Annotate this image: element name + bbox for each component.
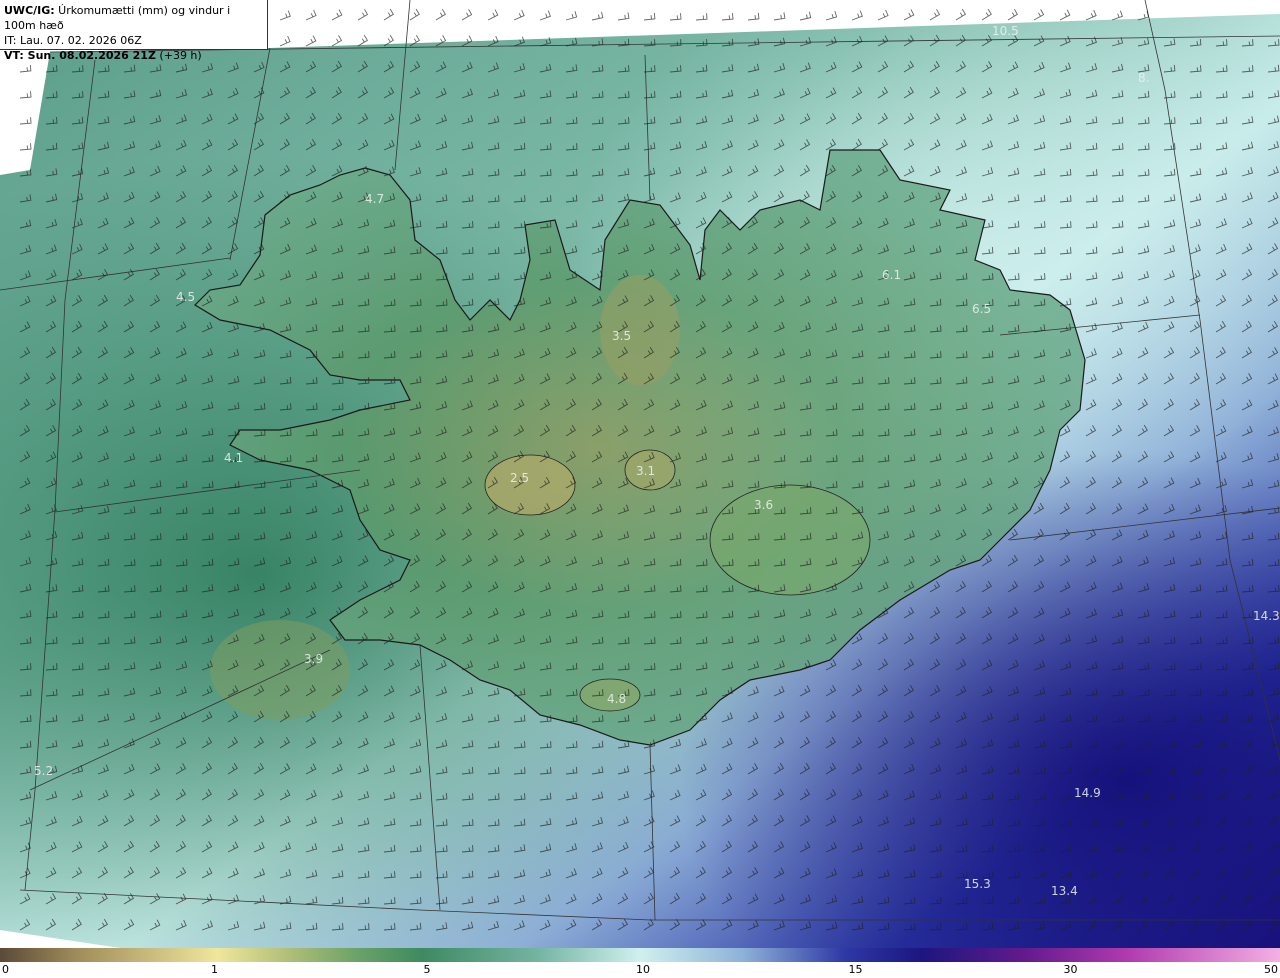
value-label-n2: 8.	[1138, 71, 1149, 85]
colorbar-gradient	[0, 948, 1280, 962]
colorbar	[0, 948, 1280, 962]
product-code: UWC/IG:	[4, 4, 55, 17]
colorbar-tick-15: 15	[848, 963, 863, 976]
colorbar-tick-0: 0	[2, 963, 9, 976]
value-label-v7: 2.5	[510, 471, 529, 485]
initial-time: IT: Lau. 07. 02. 2026 06Z	[4, 34, 142, 47]
value-label-v6: 4.1	[224, 451, 243, 465]
colorbar-tick-30: 30	[1063, 963, 1078, 976]
value-label-v2: 4.5	[176, 290, 195, 304]
value-label-v12: 4.8	[607, 692, 626, 706]
value-label-v14: 14.9	[1074, 786, 1101, 800]
value-label-v13: 5.2	[34, 764, 53, 778]
forecast-map[interactable]: 10.5 8. 4.7 4.5 6.1 6.5 3.5 4.1 2.5 3.1 …	[0, 0, 1280, 948]
value-label-v4: 6.5	[972, 302, 991, 316]
valid-time-line: VT: Sun. 08.02.2026 21Z (+39 h)	[4, 48, 263, 63]
map-header: UWC/IG: Úrkomumætti (mm) og vindur i 100…	[0, 0, 268, 62]
vatnajokull-highland	[709, 484, 871, 596]
colorbar-labels: 0 1 5 10 15 30 50	[0, 962, 1280, 978]
value-label-n1: 10.5	[992, 24, 1019, 38]
value-label-v5: 3.5	[612, 329, 631, 343]
colorbar-tick-50: 50	[1264, 963, 1278, 976]
map-canvas: 10.5 8. 4.7 4.5 6.1 6.5 3.5 4.1 2.5 3.1 …	[0, 0, 1280, 948]
value-label-v1: 4.7	[365, 192, 384, 206]
valid-time: VT: Sun. 08.02.2026 21Z	[4, 49, 156, 62]
colorbar-tick-10: 10	[636, 963, 650, 976]
colorbar-tick-1: 1	[211, 963, 219, 976]
value-label-v8: 3.1	[636, 464, 655, 478]
value-label-v11: 3.9	[304, 652, 323, 666]
value-label-v3: 6.1	[882, 268, 901, 282]
value-label-v15: 15.3	[964, 877, 991, 891]
value-label-v9: 3.6	[754, 498, 773, 512]
header-title-line: UWC/IG: Úrkomumætti (mm) og vindur i 100…	[4, 3, 263, 33]
value-label-v10: 14.3	[1253, 609, 1280, 623]
forecast-offset: (+39 h)	[155, 49, 202, 62]
langjokull-highland	[484, 454, 576, 516]
value-label-v16: 13.4	[1051, 884, 1078, 898]
colorbar-tick-5: 5	[423, 963, 431, 976]
